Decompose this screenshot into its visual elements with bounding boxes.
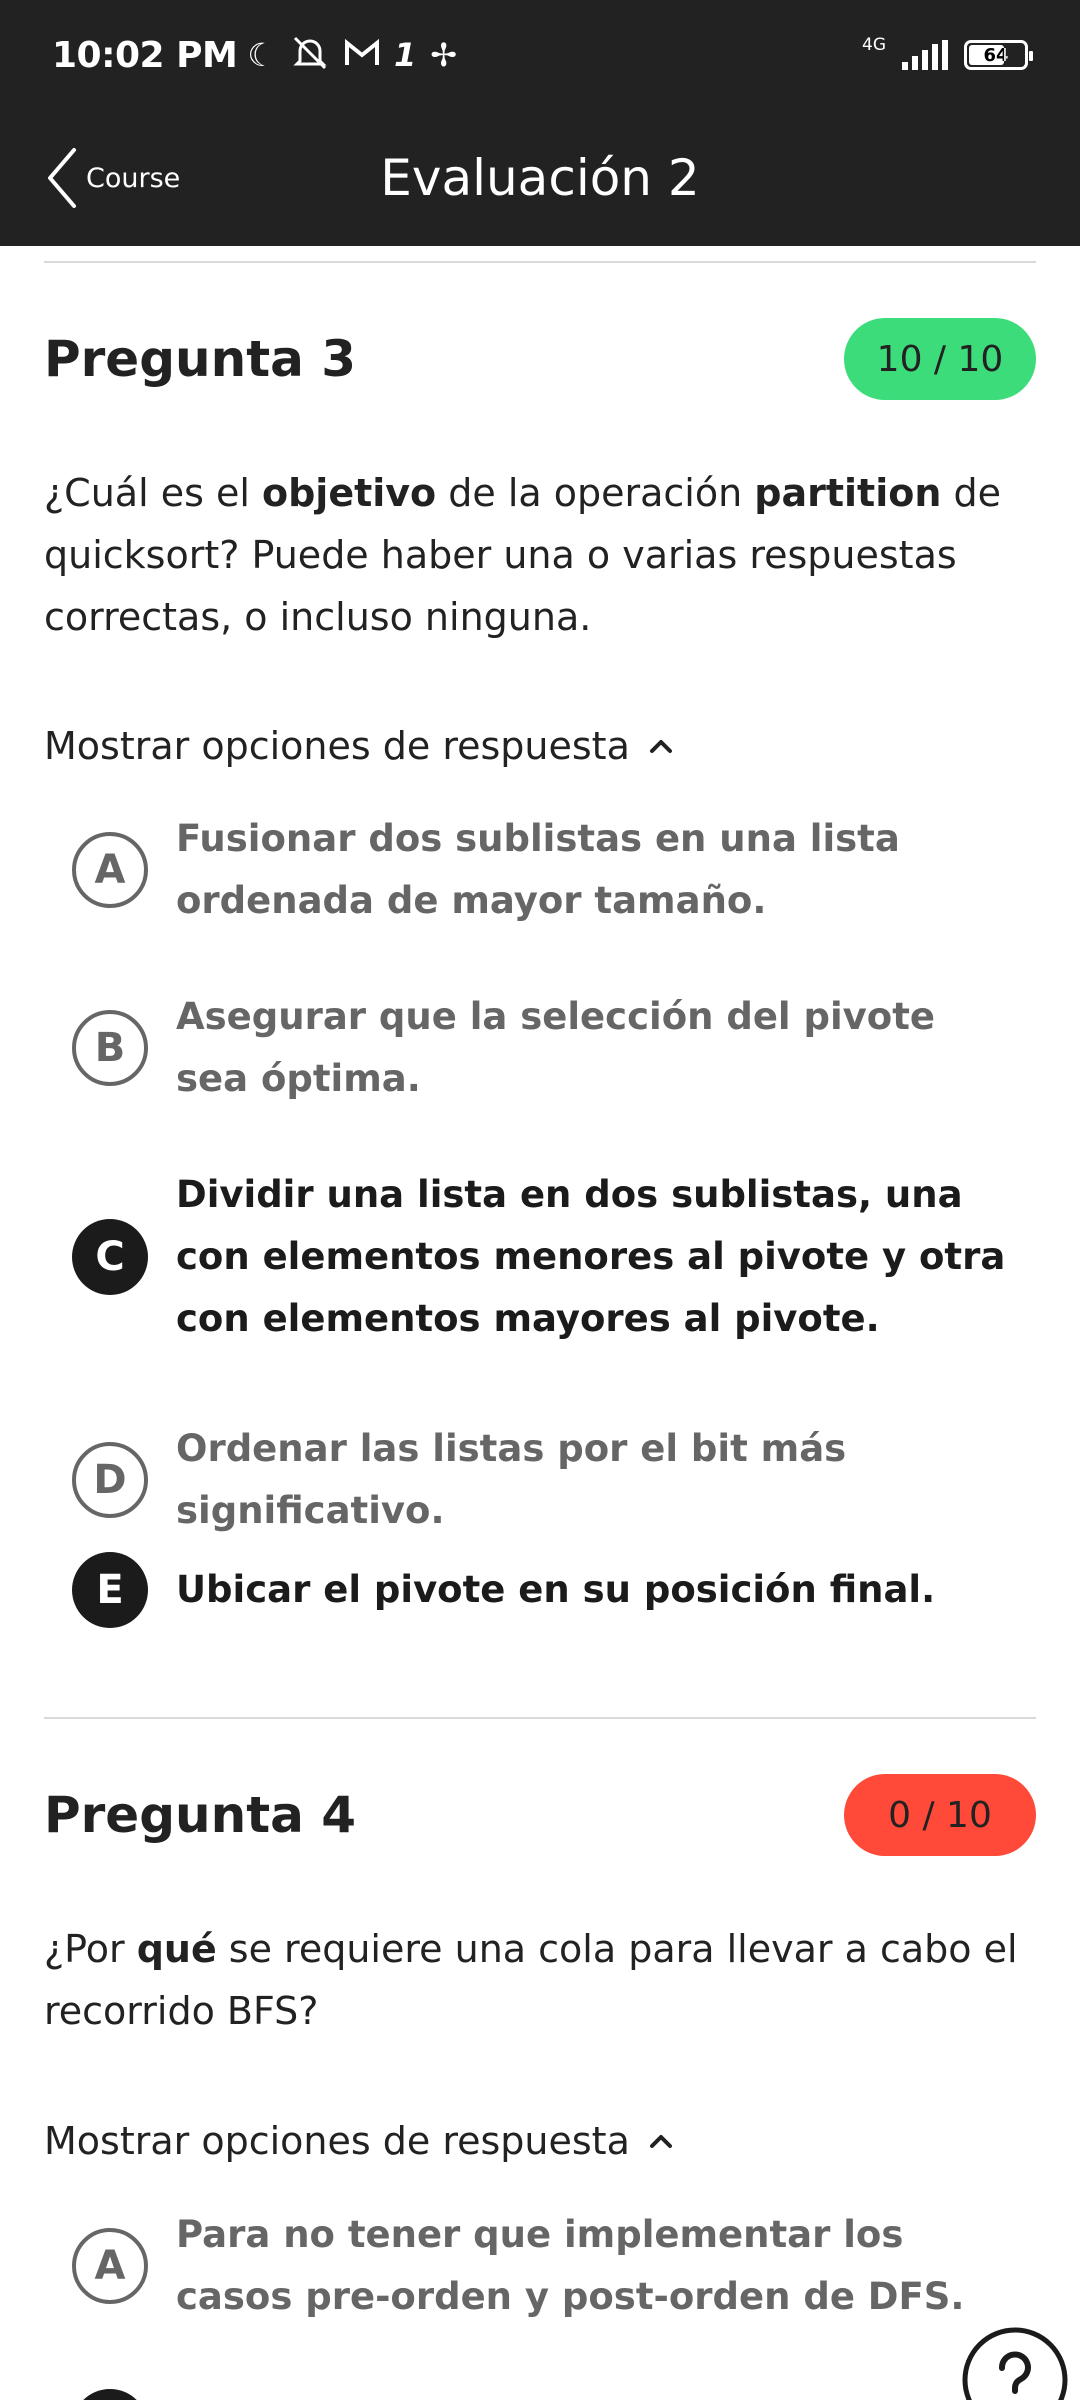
back-label: Course [86,162,181,194]
option-text: Asegurar que la selección del pivote sea… [176,995,935,1100]
battery-icon: 64 [964,40,1033,70]
option-letter-badge: E [72,1552,148,1628]
question-title: Pregunta 4 [44,1786,357,1844]
status-time: 10:02 PM [52,34,238,76]
score-badge: 0 / 10 [844,1774,1036,1856]
answer-option-b[interactable]: B Asegurar que la selección del pivote s… [72,986,1012,1110]
answer-option-d[interactable]: D Ordenar las listas por el bit más sign… [72,1418,1012,1542]
option-letter-badge[interactable] [72,2389,148,2400]
divider [44,261,1036,263]
option-letter-badge: A [72,832,148,908]
chevron-up-icon [649,2135,672,2148]
answer-option-a[interactable]: A Fusionar dos sublistas en una lista or… [72,808,1012,932]
option-text: Ubicar el pivote en su posición final. [176,1568,936,1611]
chevron-up-icon [649,740,672,753]
moon-icon: ☾ [247,36,277,74]
option-text: Fusionar dos sublistas en una lista orde… [176,817,900,922]
chevron-left-icon [48,148,76,208]
option-text: Dividir una lista en dos sublistas, una … [176,1173,1006,1340]
answer-option-a[interactable]: A Para no tener que implementar los caso… [72,2204,1012,2328]
question-text: ¿Por qué se requiere una cola para lleva… [44,1918,1024,2042]
score-badge: 10 / 10 [844,318,1036,400]
question-title: Pregunta 3 [44,330,357,388]
question-keyword: partition [754,471,942,515]
app-bar: Evaluación 2 Course [0,110,1080,246]
toggle-answer-options[interactable]: Mostrar opciones de respuesta [44,724,674,768]
question-text-part: ¿Cuál es el [44,471,262,515]
bell-off-icon [290,35,330,76]
back-button[interactable]: Course [44,146,180,210]
battery-level: 64 [983,44,1009,66]
gmail-icon [344,38,380,73]
option-letter-badge: B [72,1010,148,1086]
signal-icon [902,40,948,70]
divider [44,1717,1036,1719]
toggle-answer-options[interactable]: Mostrar opciones de respuesta [44,2119,674,2163]
option-letter-badge: A [72,2228,148,2304]
option-text: Ordenar las listas por el bit más signif… [176,1427,847,1532]
question-keyword: objetivo [261,471,437,515]
question-keyword: qué [136,1927,217,1971]
answer-option-e[interactable]: E Ubicar el pivote en su posición final. [72,1552,1012,1628]
app-icon: 1 [394,36,417,74]
help-icon [962,2327,1068,2400]
toggle-label: Mostrar opciones de respuesta [44,2119,630,2163]
question-text-part: ¿Por [44,1927,137,1971]
network-type: 4G [862,35,886,55]
question-text-part: de la operación [436,471,755,515]
option-text: Para no tener que implementar los casos … [176,2213,965,2318]
question-text: ¿Cuál es el objetivo de la operación par… [44,462,1024,648]
status-bar: 10:02 PM ☾ 1 ✢ 4G 64 [0,0,1080,110]
option-letter-badge: D [72,1442,148,1518]
notification-icons: ☾ 1 ✢ [247,35,457,76]
answer-option-c[interactable]: C Dividir una lista en dos sublistas, un… [72,1164,1012,1350]
toggle-label: Mostrar opciones de respuesta [44,724,630,768]
help-button[interactable] [960,2324,1070,2400]
pinwheel-icon: ✢ [430,36,458,74]
option-letter-badge: C [72,1219,148,1295]
